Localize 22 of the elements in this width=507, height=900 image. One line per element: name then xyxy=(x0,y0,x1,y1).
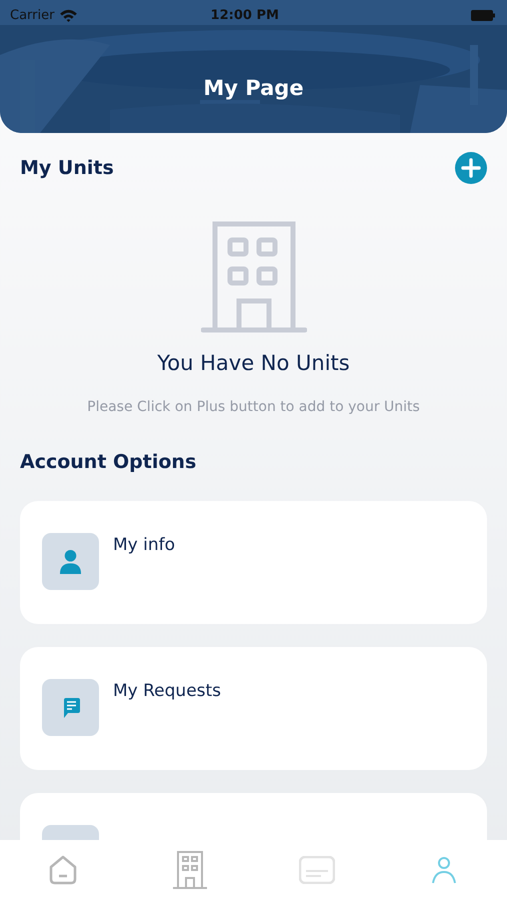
option-card[interactable]: My info xyxy=(20,501,487,624)
empty-title: You Have No Units xyxy=(157,351,350,375)
building-icon xyxy=(200,221,306,333)
battery-icon xyxy=(471,10,495,20)
option-title: My Requests xyxy=(113,681,222,701)
chat-icon xyxy=(42,679,99,736)
section-title: Account Options xyxy=(20,451,196,473)
carrier-label: Carrier xyxy=(10,8,54,22)
option-card[interactable]: My Requests xyxy=(20,647,487,770)
option-card[interactable] xyxy=(20,793,487,840)
empty-hint: Please Click on Plus button to add to your Units xyxy=(87,399,420,415)
page-title: My Page xyxy=(202,76,305,100)
home-icon xyxy=(47,854,80,886)
wifi-icon xyxy=(59,8,78,22)
status-time: 12:00 PM xyxy=(210,8,280,22)
section-title: My Units xyxy=(20,157,114,179)
option-title: My info xyxy=(113,535,176,555)
person-icon xyxy=(432,856,456,884)
card-icon xyxy=(298,856,335,884)
add-button[interactable] xyxy=(455,152,487,184)
person-icon xyxy=(42,533,99,590)
building-icon xyxy=(173,851,208,889)
